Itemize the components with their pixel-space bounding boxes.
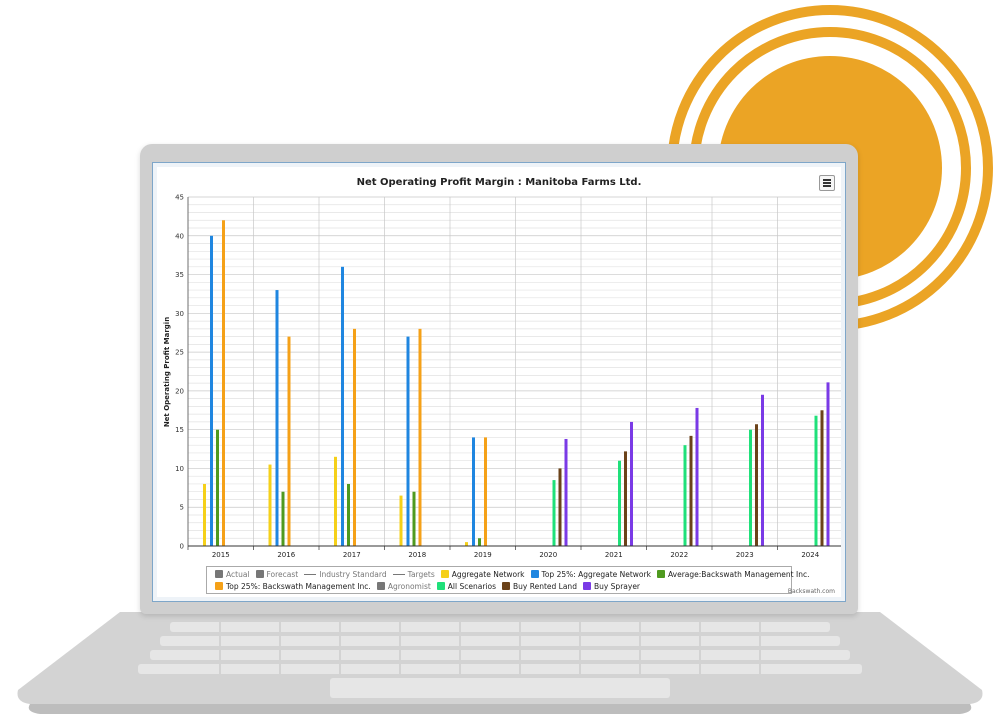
legend-swatch bbox=[255, 570, 264, 578]
y-axis-label: Net Operating Profit Margin bbox=[163, 317, 171, 427]
y-tick-label: 45 bbox=[175, 194, 184, 202]
legend-label: Average:Backswath Management Inc. bbox=[667, 570, 810, 579]
legend-item-forecast[interactable]: Forecast bbox=[255, 570, 299, 579]
legend-label: Buy Rented Land bbox=[513, 582, 577, 591]
legend-label: All Scenarios bbox=[447, 582, 496, 591]
legend-label: Targets bbox=[407, 570, 435, 579]
bar-buy-sprayer-2024[interactable] bbox=[826, 382, 830, 546]
bar-buy-rented-land-2024[interactable] bbox=[820, 410, 824, 546]
bar-all-scenarios-2020[interactable] bbox=[552, 480, 556, 546]
legend-label: Buy Sprayer bbox=[593, 582, 641, 591]
laptop-screen: Net Operating Profit Margin : Manitoba F… bbox=[152, 162, 846, 602]
bar-chart: 0 5 10 15 20 25 30 35 40 45 2015 2016 2017 2018 2019 20… bbox=[163, 194, 841, 559]
x-tick-label: 2017 bbox=[343, 551, 361, 559]
legend-label: Top 25%: Backswath Management Inc. bbox=[226, 582, 371, 591]
x-tick-label: 2024 bbox=[801, 551, 819, 559]
legend-label: Agronomist bbox=[387, 582, 431, 591]
bar-aggregate-network-2018[interactable] bbox=[399, 495, 403, 546]
legend-swatch bbox=[440, 570, 449, 578]
chart-legend: Actual Forecast Industry Standard Targets Ag… bbox=[206, 566, 809, 594]
bar-aggregate-network-2017[interactable] bbox=[334, 456, 337, 546]
x-tick-label: 2018 bbox=[408, 551, 426, 559]
legend-item-industry-standard[interactable]: Industry Standard bbox=[304, 570, 387, 579]
legend-swatch bbox=[215, 570, 223, 578]
legend-item-buy-sprayer[interactable]: Buy Sprayer bbox=[582, 582, 641, 591]
bar-top-25-aggregate-network-2019[interactable] bbox=[472, 437, 475, 546]
legend-swatch bbox=[436, 582, 445, 590]
y-tick-label: 10 bbox=[175, 465, 184, 473]
legend-item-all-scenarios[interactable]: All Scenarios bbox=[436, 582, 496, 591]
legend-label: Industry Standard bbox=[319, 570, 387, 579]
x-tick-label: 2021 bbox=[605, 551, 623, 559]
bar-buy-rented-land-2021[interactable] bbox=[624, 451, 627, 546]
x-tick-label: 2019 bbox=[474, 551, 492, 559]
bar-all-scenarios-2022[interactable] bbox=[683, 445, 687, 546]
y-tick-label: 15 bbox=[175, 426, 184, 434]
legend-item-actual[interactable]: Actual bbox=[215, 570, 250, 579]
bar-all-scenarios-2023[interactable] bbox=[749, 429, 752, 546]
legend-swatch bbox=[376, 582, 385, 590]
y-tick-label: 20 bbox=[175, 387, 184, 395]
x-tick-label: 2016 bbox=[277, 551, 295, 559]
bar-average-backswath-management-inc--2015[interactable] bbox=[216, 429, 219, 546]
bar-buy-sprayer-2020[interactable] bbox=[564, 438, 568, 546]
bar-buy-rented-land-2020[interactable] bbox=[558, 468, 562, 546]
x-tick-label: 2022 bbox=[670, 551, 688, 559]
bar-top-25-backswath-management-inc--2019[interactable] bbox=[484, 437, 487, 546]
bar-all-scenarios-2024[interactable] bbox=[814, 415, 818, 546]
legend-label: Actual bbox=[226, 570, 250, 579]
y-tick-label: 30 bbox=[175, 310, 184, 318]
bar-buy-sprayer-2023[interactable] bbox=[761, 394, 764, 546]
legend-item-agronomist[interactable]: Agronomist bbox=[376, 582, 431, 591]
y-tick-label: 5 bbox=[180, 504, 184, 512]
bar-all-scenarios-2021[interactable] bbox=[618, 460, 621, 546]
legend-swatch bbox=[304, 570, 317, 578]
y-tick-label: 35 bbox=[175, 271, 184, 279]
bar-buy-sprayer-2022[interactable] bbox=[695, 407, 699, 546]
legend-label: Aggregate Network bbox=[451, 570, 525, 579]
credit-text: Backswath.com bbox=[787, 588, 835, 595]
bar-buy-sprayer-2021[interactable] bbox=[630, 421, 633, 546]
bar-average-backswath-management-inc--2019[interactable] bbox=[478, 538, 481, 546]
legend-item-buy-rented-land[interactable]: Buy Rented Land bbox=[502, 582, 577, 591]
x-tick-label: 2015 bbox=[212, 551, 230, 559]
legend-label: Top 25%: Aggregate Network bbox=[541, 570, 651, 579]
bar-aggregate-network-2019[interactable] bbox=[465, 542, 468, 546]
bar-top-25-aggregate-network-2017[interactable] bbox=[341, 266, 344, 546]
bar-top-25-aggregate-network-2016[interactable] bbox=[275, 290, 279, 546]
bar-average-backswath-management-inc--2017[interactable] bbox=[347, 483, 350, 546]
bar-buy-rented-land-2023[interactable] bbox=[755, 424, 758, 546]
legend-item-targets[interactable]: Targets bbox=[392, 570, 435, 579]
bar-top-25-backswath-management-inc--2017[interactable] bbox=[353, 328, 356, 546]
legend-item-top-25-backswath-management-inc-[interactable]: Top 25%: Backswath Management Inc. bbox=[215, 582, 371, 591]
legend-swatch bbox=[215, 582, 223, 590]
bar-top-25-backswath-management-inc--2015[interactable] bbox=[222, 220, 225, 546]
chart-container: Net Operating Profit Margin : Manitoba F… bbox=[157, 167, 841, 597]
legend-item-aggregate-network[interactable]: Aggregate Network bbox=[440, 570, 525, 579]
legend-swatch bbox=[530, 570, 539, 578]
bar-top-25-backswath-management-inc--2016[interactable] bbox=[287, 336, 291, 546]
legend-swatch bbox=[656, 570, 665, 578]
x-tick-label: 2020 bbox=[539, 551, 557, 559]
bar-average-backswath-management-inc--2018[interactable] bbox=[412, 491, 416, 546]
y-tick-label: 40 bbox=[175, 232, 184, 240]
legend-item-top-25-aggregate-network[interactable]: Top 25%: Aggregate Network bbox=[530, 570, 651, 579]
legend-swatch bbox=[502, 582, 510, 590]
y-tick-label: 25 bbox=[175, 349, 184, 357]
bar-top-25-aggregate-network-2015[interactable] bbox=[210, 235, 213, 546]
legend-label: Forecast bbox=[266, 570, 299, 579]
legend-swatch bbox=[392, 570, 405, 578]
bar-top-25-backswath-management-inc--2018[interactable] bbox=[418, 328, 422, 546]
bar-aggregate-network-2015[interactable] bbox=[203, 483, 206, 546]
bar-buy-rented-land-2022[interactable] bbox=[689, 435, 693, 546]
legend-item-average-backswath-management-inc-[interactable]: Average:Backswath Management Inc. bbox=[656, 570, 810, 579]
y-tick-label: 0 bbox=[180, 543, 184, 551]
x-tick-label: 2023 bbox=[736, 551, 754, 559]
legend-swatch bbox=[582, 582, 591, 590]
bar-average-backswath-management-inc--2016[interactable] bbox=[281, 491, 285, 546]
bar-top-25-aggregate-network-2018[interactable] bbox=[406, 336, 410, 546]
bar-aggregate-network-2016[interactable] bbox=[268, 464, 272, 546]
